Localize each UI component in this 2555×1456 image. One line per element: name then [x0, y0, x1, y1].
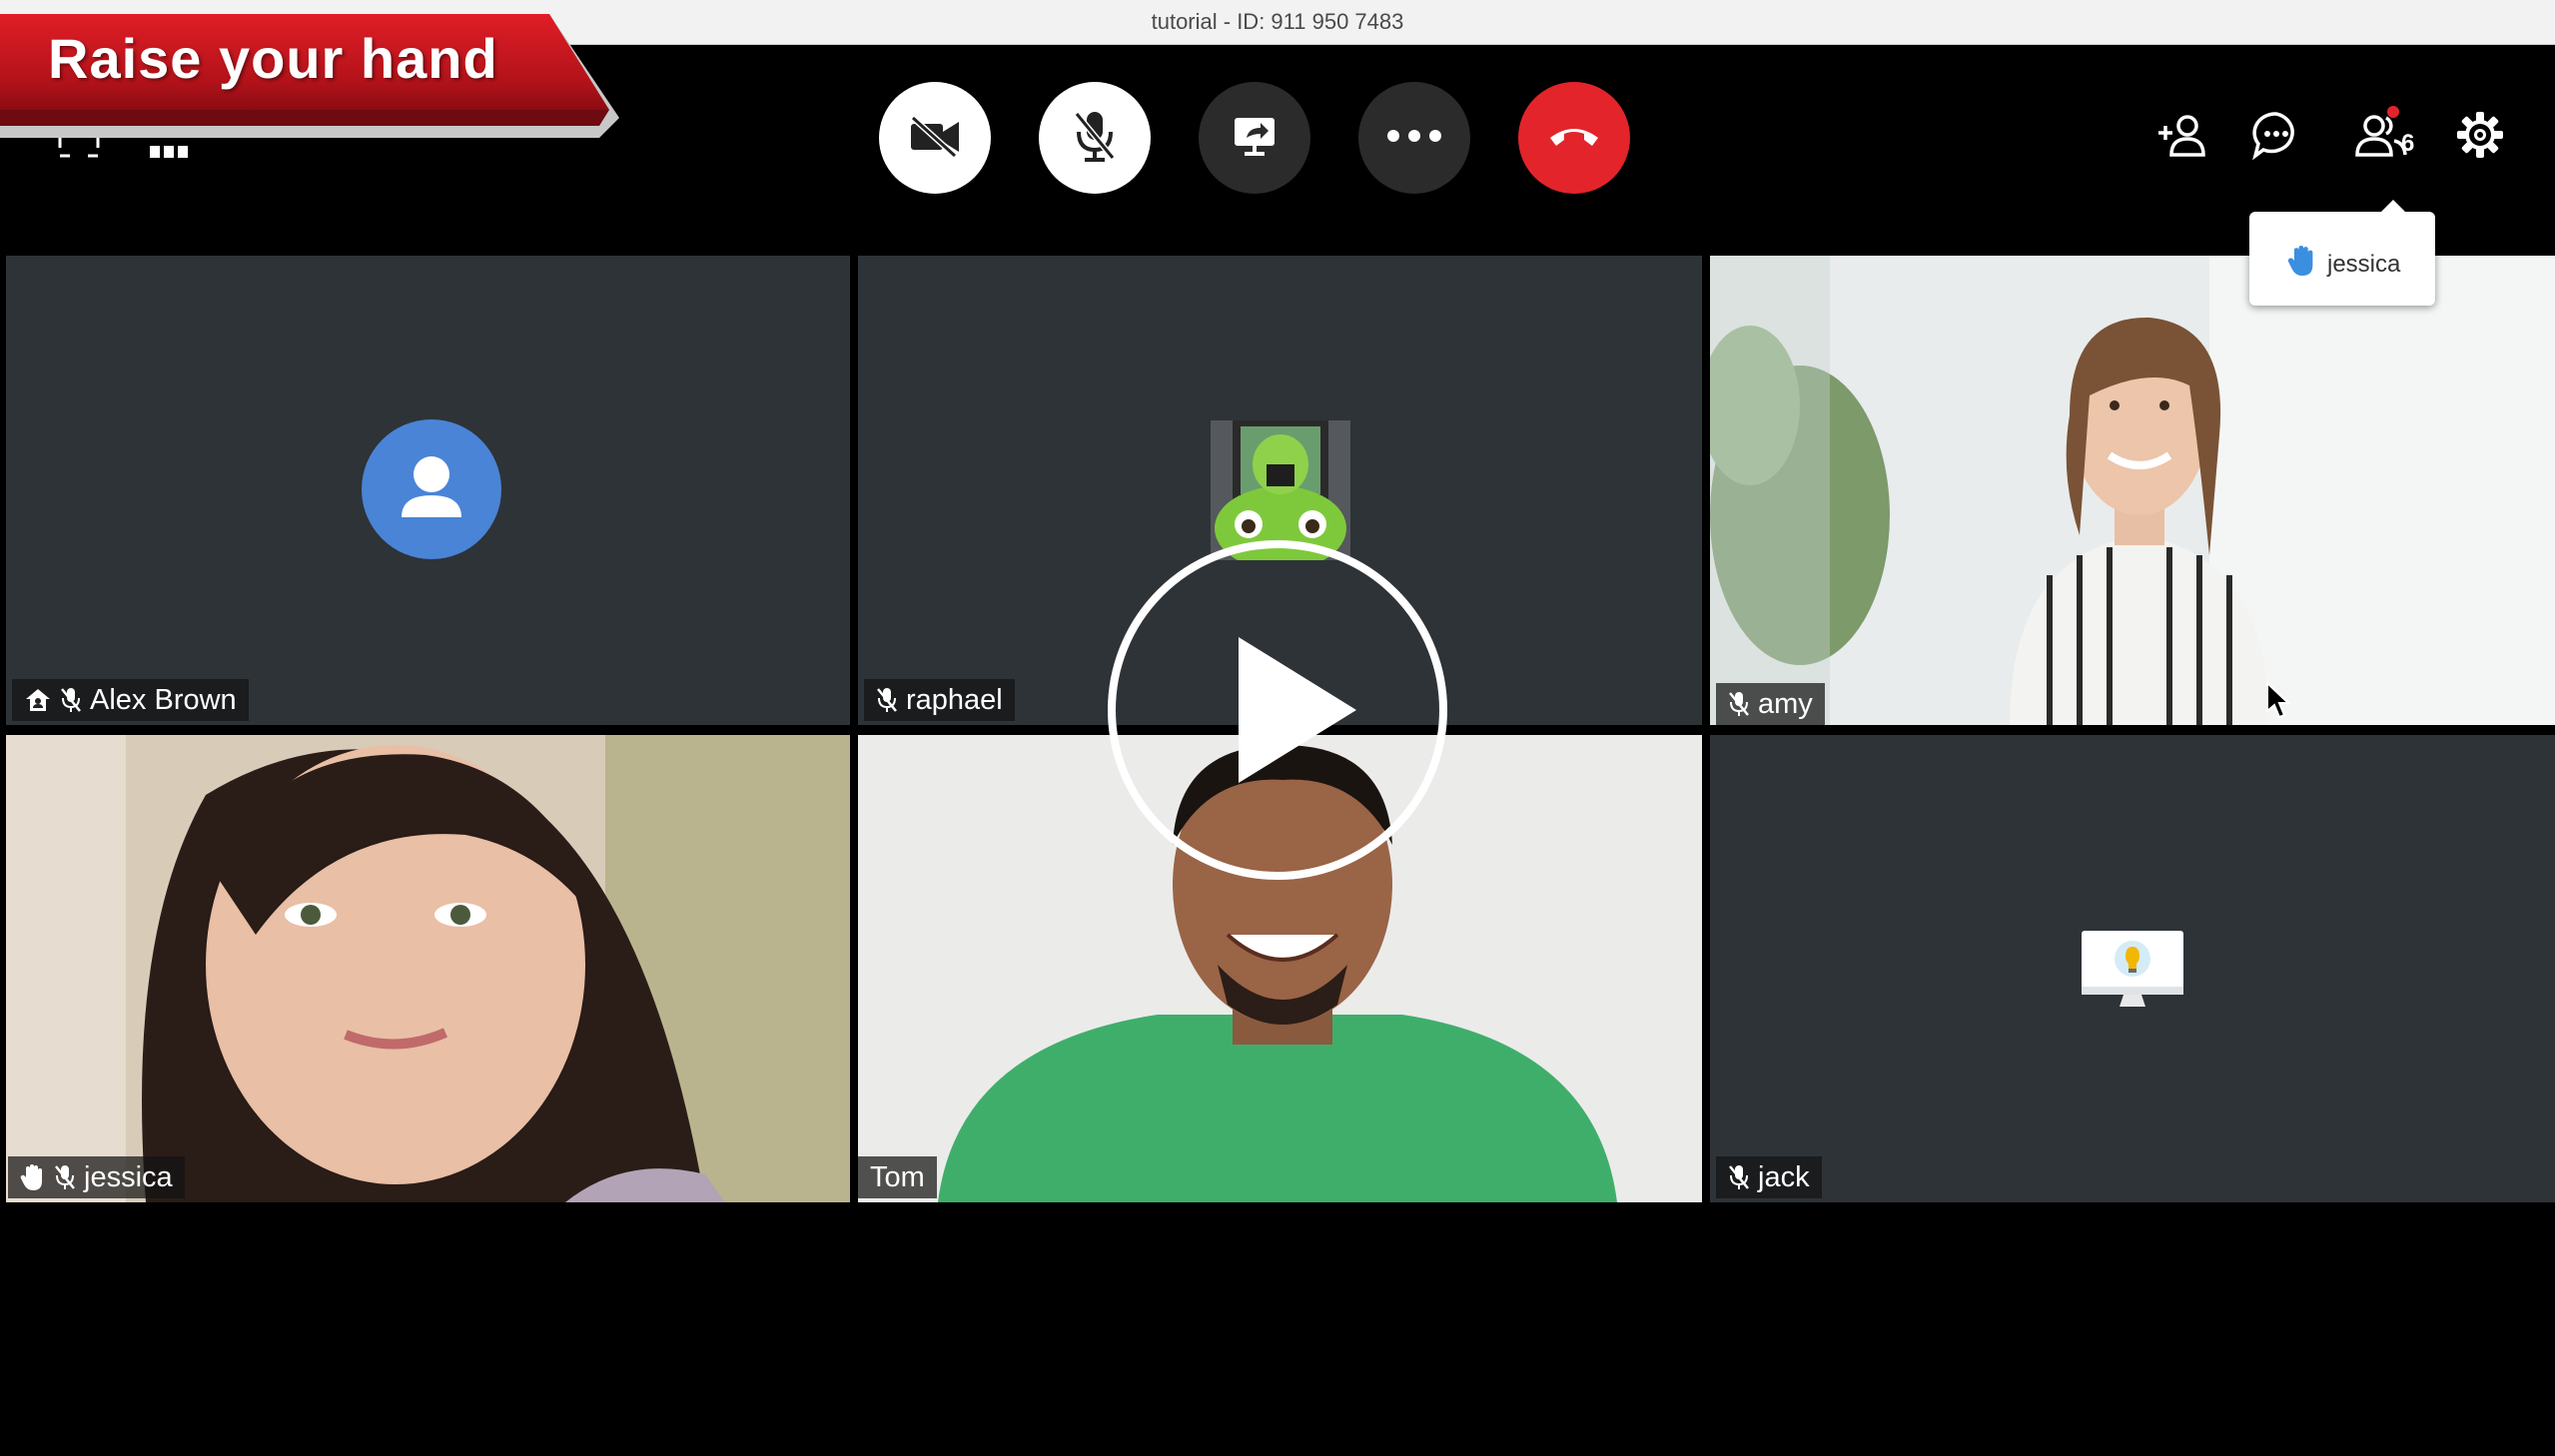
avatar	[362, 419, 501, 559]
invite-button[interactable]	[2153, 108, 2211, 166]
participants-button[interactable]: 6	[2343, 106, 2419, 166]
participant-tile-jack[interactable]: jack	[1710, 735, 2555, 1202]
raised-hand-popover[interactable]: jessica	[2249, 200, 2435, 306]
host-icon	[24, 687, 52, 713]
participant-label: Alex Brown	[12, 679, 249, 721]
participant-name: raphael	[906, 683, 1003, 716]
mic-off-icon	[1728, 690, 1750, 718]
play-icon	[1105, 540, 1450, 887]
raised-hand-icon	[2287, 244, 2317, 285]
profile-picture	[2082, 931, 2183, 1011]
chat-button[interactable]	[2247, 108, 2305, 166]
settings-icon	[2455, 110, 2505, 165]
participant-label: jessica	[8, 1156, 185, 1198]
mic-off-icon	[1728, 1163, 1750, 1191]
mouse-cursor-icon	[2265, 680, 2291, 726]
settings-button[interactable]	[2451, 108, 2509, 166]
chat-icon	[2251, 110, 2301, 165]
camera-off-button[interactable]	[879, 82, 991, 194]
play-button[interactable]	[1105, 537, 1450, 883]
hang-up-icon	[1546, 122, 1602, 155]
grid-view-icon[interactable]	[150, 140, 190, 165]
fullscreen-icon[interactable]	[58, 134, 100, 163]
leave-button[interactable]	[1518, 82, 1630, 194]
participant-name: jack	[1758, 1160, 1810, 1193]
participant-label: Tom	[858, 1156, 937, 1198]
participant-name: Tom	[870, 1160, 925, 1193]
tutorial-banner: Raise your hand	[0, 14, 619, 138]
video-off-icon	[907, 114, 963, 163]
mute-button[interactable]	[1039, 82, 1151, 194]
raised-hand-name: jessica	[2327, 250, 2401, 278]
share-screen-button[interactable]	[1199, 82, 1310, 194]
notification-dot	[2387, 106, 2399, 118]
more-icon	[1386, 129, 1442, 148]
participant-label: amy	[1716, 683, 1825, 725]
more-button[interactable]	[1358, 82, 1470, 194]
mic-off-icon	[876, 686, 898, 714]
mic-off-icon	[54, 1163, 76, 1191]
participant-name: jessica	[84, 1160, 173, 1193]
banner-text: Raise your hand	[48, 27, 498, 90]
video-feed	[1710, 256, 2555, 725]
add-person-icon	[2155, 113, 2209, 162]
participant-label: jack	[1716, 1156, 1822, 1198]
participant-name: amy	[1758, 687, 1813, 720]
participant-name: Alex Brown	[90, 683, 237, 716]
participants-icon	[2354, 113, 2408, 162]
mic-off-icon	[60, 686, 82, 714]
raised-hand-icon	[20, 1163, 46, 1191]
participant-tile-jessica[interactable]: jessica	[6, 735, 850, 1202]
participant-count: 6	[2401, 130, 2415, 157]
participant-tile-amy[interactable]: amy	[1710, 256, 2555, 725]
mic-off-icon	[1071, 108, 1119, 169]
participant-label: raphael	[864, 679, 1015, 721]
participant-tile-alex-brown[interactable]: Alex Brown	[6, 256, 850, 725]
screen-share-icon	[1231, 112, 1278, 165]
video-feed	[6, 735, 850, 1202]
